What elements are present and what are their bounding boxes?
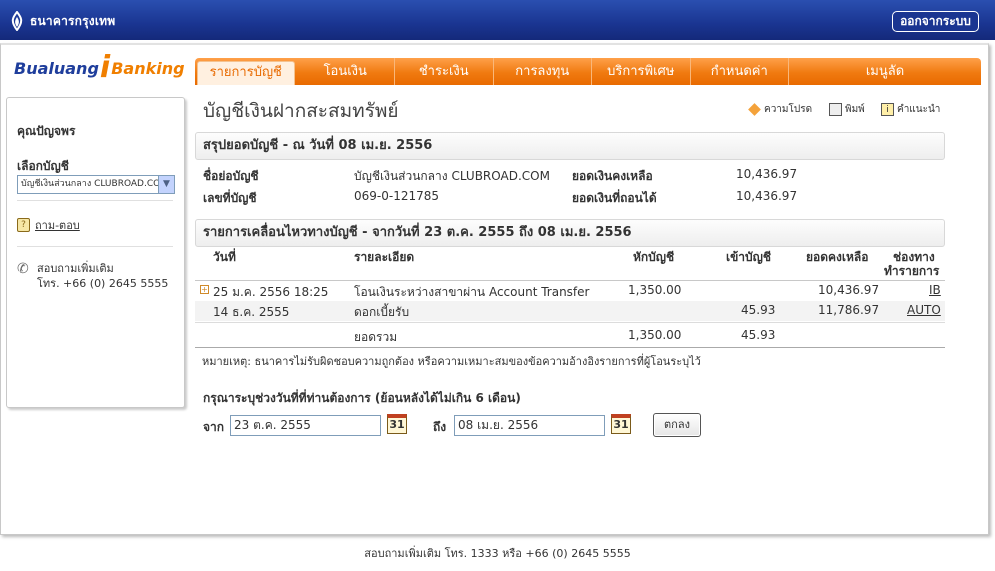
total-label: ยอดรวม — [354, 330, 398, 344]
left-panel: คุณปัญจพร เลือกบัญชี บัญชีเงินส่วนกลาง C… — [6, 97, 185, 408]
faq-link[interactable]: ? ถาม-ตอบ — [17, 216, 80, 234]
row-1-balance: 10,436.97 — [818, 283, 880, 297]
nav-settings[interactable]: กำหนดค่า — [691, 58, 789, 85]
col-debit: หักบัญชี — [633, 250, 675, 264]
to-label: ถึง — [433, 420, 447, 434]
row-1-detail: โอนเงินระหว่างสาขาผ่าน Account Transfer — [354, 285, 590, 299]
nav-payment[interactable]: ชำระเงิน — [395, 58, 494, 85]
expand-icon[interactable]: + — [200, 285, 209, 294]
print-icon — [829, 103, 842, 116]
transactions-heading: รายการเคลื่อนไหวทางบัญชี - จากวันที่ 23 … — [195, 219, 945, 247]
row-2-channel[interactable]: AUTO — [907, 303, 941, 317]
bank-logo: ธนาคารกรุงเทพ — [8, 10, 115, 32]
favorite-button[interactable]: ความโปรด — [748, 102, 813, 117]
question-icon: ? — [17, 218, 30, 232]
date-range-title: กรุณาระบุช่วงวันที่ที่ท่านต้องการ (ย้อนห… — [203, 391, 521, 405]
calendar-icon[interactable]: 31 — [387, 414, 407, 434]
select-account-label: เลือกบัญชี — [17, 159, 69, 173]
top-bar: ธนาคารกรุงเทพ ออกจากระบบ — [0, 0, 995, 40]
balance-label: ยอดเงินคงเหลือ — [572, 169, 653, 183]
total-credit: 45.93 — [741, 328, 776, 342]
divider — [195, 322, 945, 323]
account-number-value: 069-0-121785 — [354, 189, 440, 203]
row-2-credit: 45.93 — [741, 303, 776, 317]
main-nav: รายการบัญชี โอนเงิน ชำระเงิน การลงทุน บร… — [195, 58, 981, 85]
nav-investment[interactable]: การลงทุน — [494, 58, 592, 85]
contact-line-2: โทร. +66 (0) 2645 5555 — [37, 277, 169, 290]
col-balance: ยอดคงเหลือ — [806, 250, 869, 264]
row-2-detail: ดอกเบี้ยรับ — [354, 305, 410, 319]
calendar-icon[interactable]: 31 — [611, 414, 631, 434]
row-1-channel[interactable]: IB — [929, 283, 941, 297]
logout-button[interactable]: ออกจากระบบ — [892, 11, 979, 32]
print-label: พิมพ์ — [845, 104, 865, 115]
balance-value: 10,436.97 — [736, 167, 798, 181]
row-2-date: 14 ธ.ค. 2555 — [213, 305, 290, 319]
divider — [195, 347, 945, 348]
col-detail: รายละเอียด — [354, 250, 415, 264]
info-icon: i — [881, 103, 894, 116]
divider — [195, 280, 945, 281]
from-label: จาก — [203, 420, 225, 434]
ok-button[interactable]: ตกลง — [653, 413, 701, 437]
lotus-icon — [11, 11, 23, 31]
account-select-value: บัญชีเงินส่วนกลาง CLUBROAD.COM — [21, 179, 168, 189]
account-select[interactable]: บัญชีเงินส่วนกลาง CLUBROAD.COM ▼ — [17, 175, 175, 194]
contact-line-1: สอบถามเพิ่มเติม — [37, 262, 114, 275]
phone-icon: ✆ — [17, 261, 29, 277]
col-credit: เข้าบัญชี — [726, 250, 772, 264]
row-1-debit: 1,350.00 — [628, 283, 682, 297]
brand-part-1: Bualuang — [14, 58, 99, 78]
divider — [17, 246, 173, 247]
faq-label[interactable]: ถาม-ตอบ — [35, 216, 80, 234]
nav-shortcut-menu[interactable]: เมนูลัด — [789, 58, 981, 85]
favorite-icon — [748, 103, 761, 116]
short-name-label: ชื่อย่อบัญชี — [203, 169, 259, 183]
divider — [17, 200, 173, 201]
col-date: วันที่ — [213, 250, 236, 264]
available-value: 10,436.97 — [736, 189, 798, 203]
disclaimer-note: หมายเหตุ: ธนาคารไม่รับผิดชอบความถูกต้อง … — [202, 355, 701, 368]
brand-part-i: i — [99, 50, 111, 85]
bualuang-ibanking-logo: Bualuang i Banking — [14, 50, 185, 86]
col-channel: ช่องทาง — [893, 250, 935, 264]
short-name-value: บัญชีเงินส่วนกลาง CLUBROAD.COM — [354, 169, 550, 183]
available-label: ยอดเงินที่ถอนได้ — [572, 191, 657, 205]
nav-account-list[interactable]: รายการบัญชี — [197, 61, 295, 85]
nav-special-services[interactable]: บริการพิเศษ — [592, 58, 691, 85]
account-number-label: เลขที่บัญชี — [203, 191, 257, 205]
nav-transfer[interactable]: โอนเงิน — [297, 58, 395, 85]
to-date-input[interactable]: 08 เม.ย. 2556 — [454, 415, 605, 436]
page-title: บัญชีเงินฝากสะสมทรัพย์ — [203, 100, 399, 122]
chevron-down-icon[interactable]: ▼ — [158, 176, 174, 193]
print-button[interactable]: พิมพ์ — [829, 102, 865, 117]
help-label: คำแนะนำ — [897, 104, 941, 115]
row-2-balance: 11,786.97 — [818, 303, 880, 317]
summary-heading: สรุปยอดบัญชี - ณ วันที่ 08 เม.ย. 2556 — [195, 132, 945, 160]
col-channel-2: ทำรายการ — [884, 264, 940, 278]
help-button[interactable]: i คำแนะนำ — [881, 102, 940, 117]
brand-part-2: Banking — [111, 58, 185, 78]
total-debit: 1,350.00 — [628, 328, 682, 342]
contact-info: ✆ สอบถามเพิ่มเติม โทร. +66 (0) 2645 5555 — [17, 261, 168, 291]
footer-contact: สอบถามเพิ่มเติม โทร. 1333 หรือ +66 (0) 2… — [364, 547, 631, 560]
customer-name: คุณปัญจพร — [17, 124, 76, 138]
row-1-date: 25 ม.ค. 2556 18:25 — [213, 285, 329, 299]
bank-name: ธนาคารกรุงเทพ — [30, 13, 116, 28]
from-date-input[interactable]: 23 ต.ค. 2555 — [230, 415, 381, 436]
favorite-label: ความโปรด — [764, 104, 813, 115]
